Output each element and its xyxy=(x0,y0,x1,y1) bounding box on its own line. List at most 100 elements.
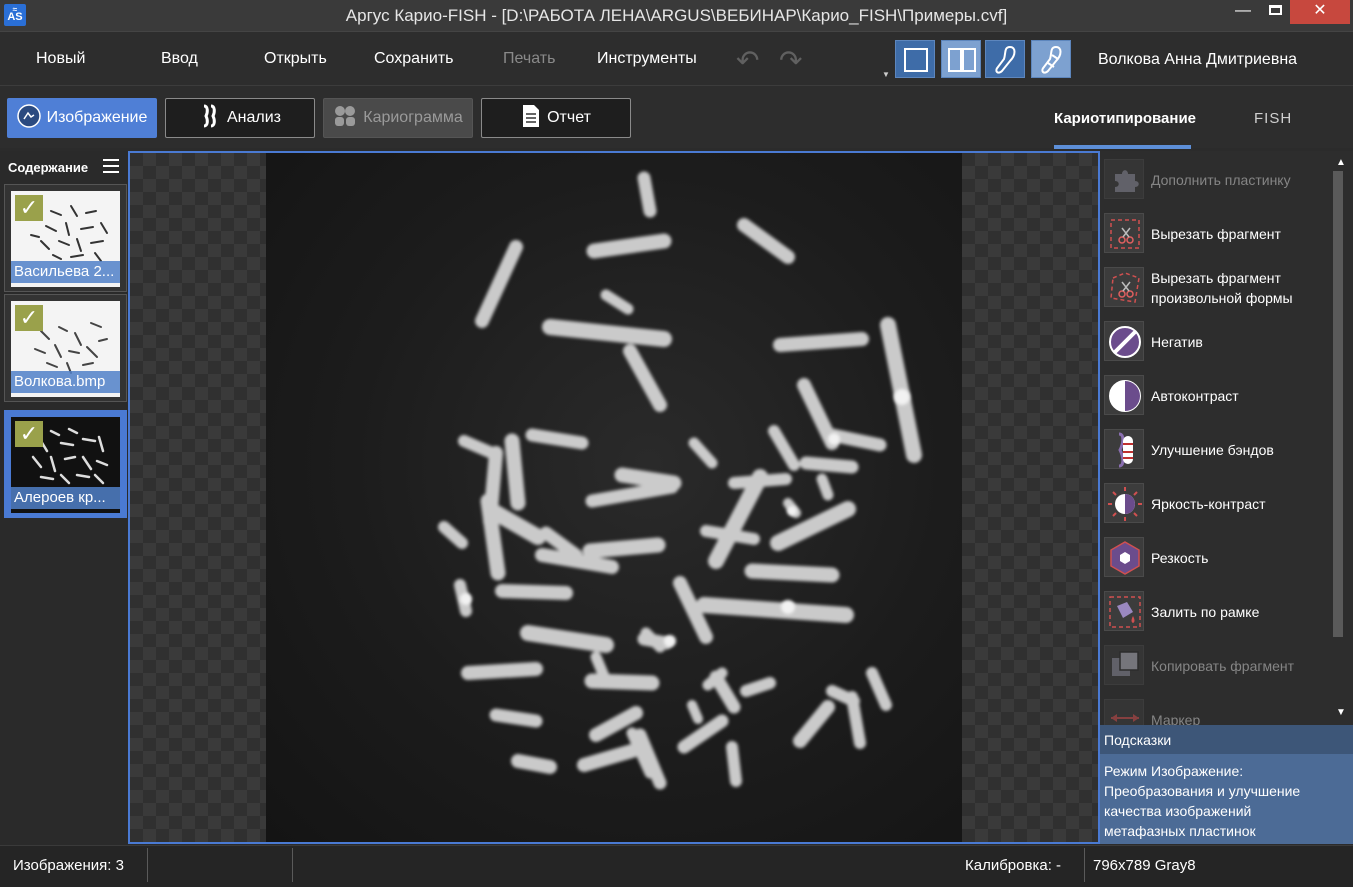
chromosome-band-view-button[interactable] xyxy=(1031,40,1071,78)
status-divider xyxy=(147,848,148,882)
menu-print[interactable]: Печать xyxy=(503,50,555,68)
image-canvas[interactable] xyxy=(128,151,1100,844)
checked-icon[interactable]: ✓ xyxy=(15,421,43,447)
thumbnail-label: Васильева 2... xyxy=(11,261,120,283)
menu-new[interactable]: Новый xyxy=(36,50,85,68)
minimize-button[interactable]: — xyxy=(1226,0,1260,24)
karyogram-icon xyxy=(333,104,357,133)
sharpness-icon xyxy=(1104,537,1144,577)
single-view-button[interactable] xyxy=(895,40,935,78)
images-count: Изображения: 3 xyxy=(13,857,124,874)
hints-text: Режим Изображение: Преобразования и улуч… xyxy=(1100,754,1353,844)
tool-label: Копировать фрагмент xyxy=(1151,658,1295,674)
single-view-icon xyxy=(904,48,928,72)
current-user: Волкова Анна Дмитриевна xyxy=(1098,51,1298,68)
mode-analysis-button[interactable]: Анализ xyxy=(165,98,315,138)
tool-label: Негатив xyxy=(1151,334,1203,350)
mode-toolbar: Изображение Анализ Кариограмма Отчет Кар… xyxy=(0,85,1353,149)
autocontrast-icon xyxy=(1104,375,1144,415)
status-divider xyxy=(292,848,293,882)
mode-image-label: Изображение xyxy=(46,109,148,126)
menu-bar: Новый Ввод Открыть Сохранить Печать Инст… xyxy=(0,32,1353,85)
split-view-button[interactable] xyxy=(941,40,981,78)
negative-icon xyxy=(1104,321,1144,361)
close-button[interactable]: ✕ xyxy=(1290,0,1350,24)
scroll-down-icon[interactable]: ▼ xyxy=(1336,707,1346,718)
active-tab-indicator xyxy=(1054,145,1191,149)
image-thumbnail-1[interactable]: ✓ Васильева 2... xyxy=(4,184,127,292)
maximize-icon xyxy=(1268,5,1282,15)
menu-save[interactable]: Сохранить xyxy=(374,50,454,68)
tool-sharpness[interactable]: Резкость xyxy=(1104,537,1330,579)
tool-label: Резкость xyxy=(1151,550,1209,566)
title-bar: ≈ AS Аргус Карио-FISH - [D:\РАБОТА ЛЕНА\A… xyxy=(0,0,1353,32)
sidebar-title: Содержание xyxy=(8,160,89,175)
image-thumbnail-2[interactable]: ✓ Волкова.bmp xyxy=(4,294,127,402)
tool-copy-fragment[interactable]: Копировать фрагмент xyxy=(1104,645,1330,687)
window-title: Аргус Карио-FISH - [D:\РАБОТА ЛЕНА\ARGUS… xyxy=(345,6,1008,25)
redo-icon[interactable]: ↷ xyxy=(779,44,802,77)
chromosome-icon xyxy=(199,104,221,133)
tool-panel: Дополнить пластинку Вырезать фрагмент Вы… xyxy=(1100,151,1330,725)
tool-cut-freeform[interactable]: Вырезать фрагмент произвольной формы xyxy=(1104,267,1330,309)
tool-band-enhance[interactable]: Улучшение бэндов xyxy=(1104,429,1330,471)
scroll-up-icon[interactable]: ▲ xyxy=(1336,157,1346,168)
tool-label: Залить по рамке xyxy=(1151,604,1260,620)
tool-cut-fragment[interactable]: Вырезать фрагмент xyxy=(1104,213,1330,255)
tool-negative[interactable]: Негатив xyxy=(1104,321,1330,363)
thumbnail-label: Волкова.bmp xyxy=(11,371,120,393)
image-info: 796x789 Gray8 xyxy=(1093,857,1196,874)
hints-title: Подсказки xyxy=(1100,725,1353,754)
mode-analysis-label: Анализ xyxy=(226,109,281,126)
tool-panel-scrollbar[interactable]: ▲ ▼ xyxy=(1330,151,1353,725)
tool-complete-plate[interactable]: Дополнить пластинку xyxy=(1104,159,1330,201)
bands-icon xyxy=(1104,429,1144,469)
mode-report-button[interactable]: Отчет xyxy=(481,98,631,138)
content-sidebar: Содержание ✓ Васильева 2... ✓ Волкова.bm… xyxy=(0,151,128,845)
layout-dropdown-icon[interactable]: ▼ xyxy=(882,70,890,79)
brightness-icon xyxy=(1104,483,1144,523)
menu-tools[interactable]: Инструменты xyxy=(597,50,697,68)
checked-icon[interactable]: ✓ xyxy=(15,305,43,331)
mode-image-button[interactable]: Изображение xyxy=(7,98,157,138)
scissors-free-icon xyxy=(1104,267,1144,307)
tab-karyotyping[interactable]: Кариотипирование xyxy=(1054,110,1196,127)
tool-label: Дополнить пластинку xyxy=(1151,172,1291,188)
report-icon xyxy=(521,104,541,133)
scissors-rect-icon xyxy=(1104,213,1144,253)
status-bar: Изображения: 3 Калибровка: - 796x789 Gra… xyxy=(0,845,1353,887)
chromosome-view-button[interactable] xyxy=(985,40,1025,78)
menu-open[interactable]: Открыть xyxy=(264,50,327,68)
scroll-thumb[interactable] xyxy=(1333,171,1343,637)
marker-icon xyxy=(1104,699,1144,725)
status-divider xyxy=(1084,848,1085,882)
menu-icon[interactable] xyxy=(103,159,119,175)
mode-report-label: Отчет xyxy=(547,109,591,126)
tool-brightness-contrast[interactable]: Яркость-контраст xyxy=(1104,483,1330,525)
menu-input[interactable]: Ввод xyxy=(161,50,198,68)
tool-label: Вырезать фрагмент xyxy=(1151,226,1281,242)
chromosome-spread xyxy=(438,171,922,790)
undo-icon[interactable]: ↶ xyxy=(736,44,759,77)
tool-fill-frame[interactable]: Залить по рамке xyxy=(1104,591,1330,633)
copy-icon xyxy=(1104,645,1144,685)
mode-karyogram-button[interactable]: Кариограмма xyxy=(323,98,473,138)
image-mode-icon xyxy=(16,103,41,133)
tab-fish[interactable]: FISH xyxy=(1254,110,1292,127)
thumbnail-label: Алероев кр... xyxy=(11,487,120,509)
chromosome-icon xyxy=(995,45,1016,74)
tool-label: Вырезать фрагмент произвольной формы xyxy=(1151,270,1293,306)
tool-label: Яркость-контраст xyxy=(1151,496,1266,512)
tool-autocontrast[interactable]: Автоконтраст xyxy=(1104,375,1330,417)
metaphase-image[interactable] xyxy=(266,153,962,842)
checked-icon[interactable]: ✓ xyxy=(15,195,43,221)
maximize-button[interactable] xyxy=(1258,0,1292,24)
chromosome-band-icon xyxy=(1041,45,1062,74)
tool-marker[interactable]: Маркер xyxy=(1104,699,1330,725)
split-view-icon xyxy=(948,48,976,72)
tool-label: Улучшение бэндов xyxy=(1151,442,1274,458)
tool-label: Автоконтраст xyxy=(1151,388,1239,404)
tool-label: Маркер xyxy=(1151,712,1201,725)
image-thumbnail-3[interactable]: ✓ Алероев кр... xyxy=(4,410,127,518)
fill-icon xyxy=(1104,591,1144,631)
